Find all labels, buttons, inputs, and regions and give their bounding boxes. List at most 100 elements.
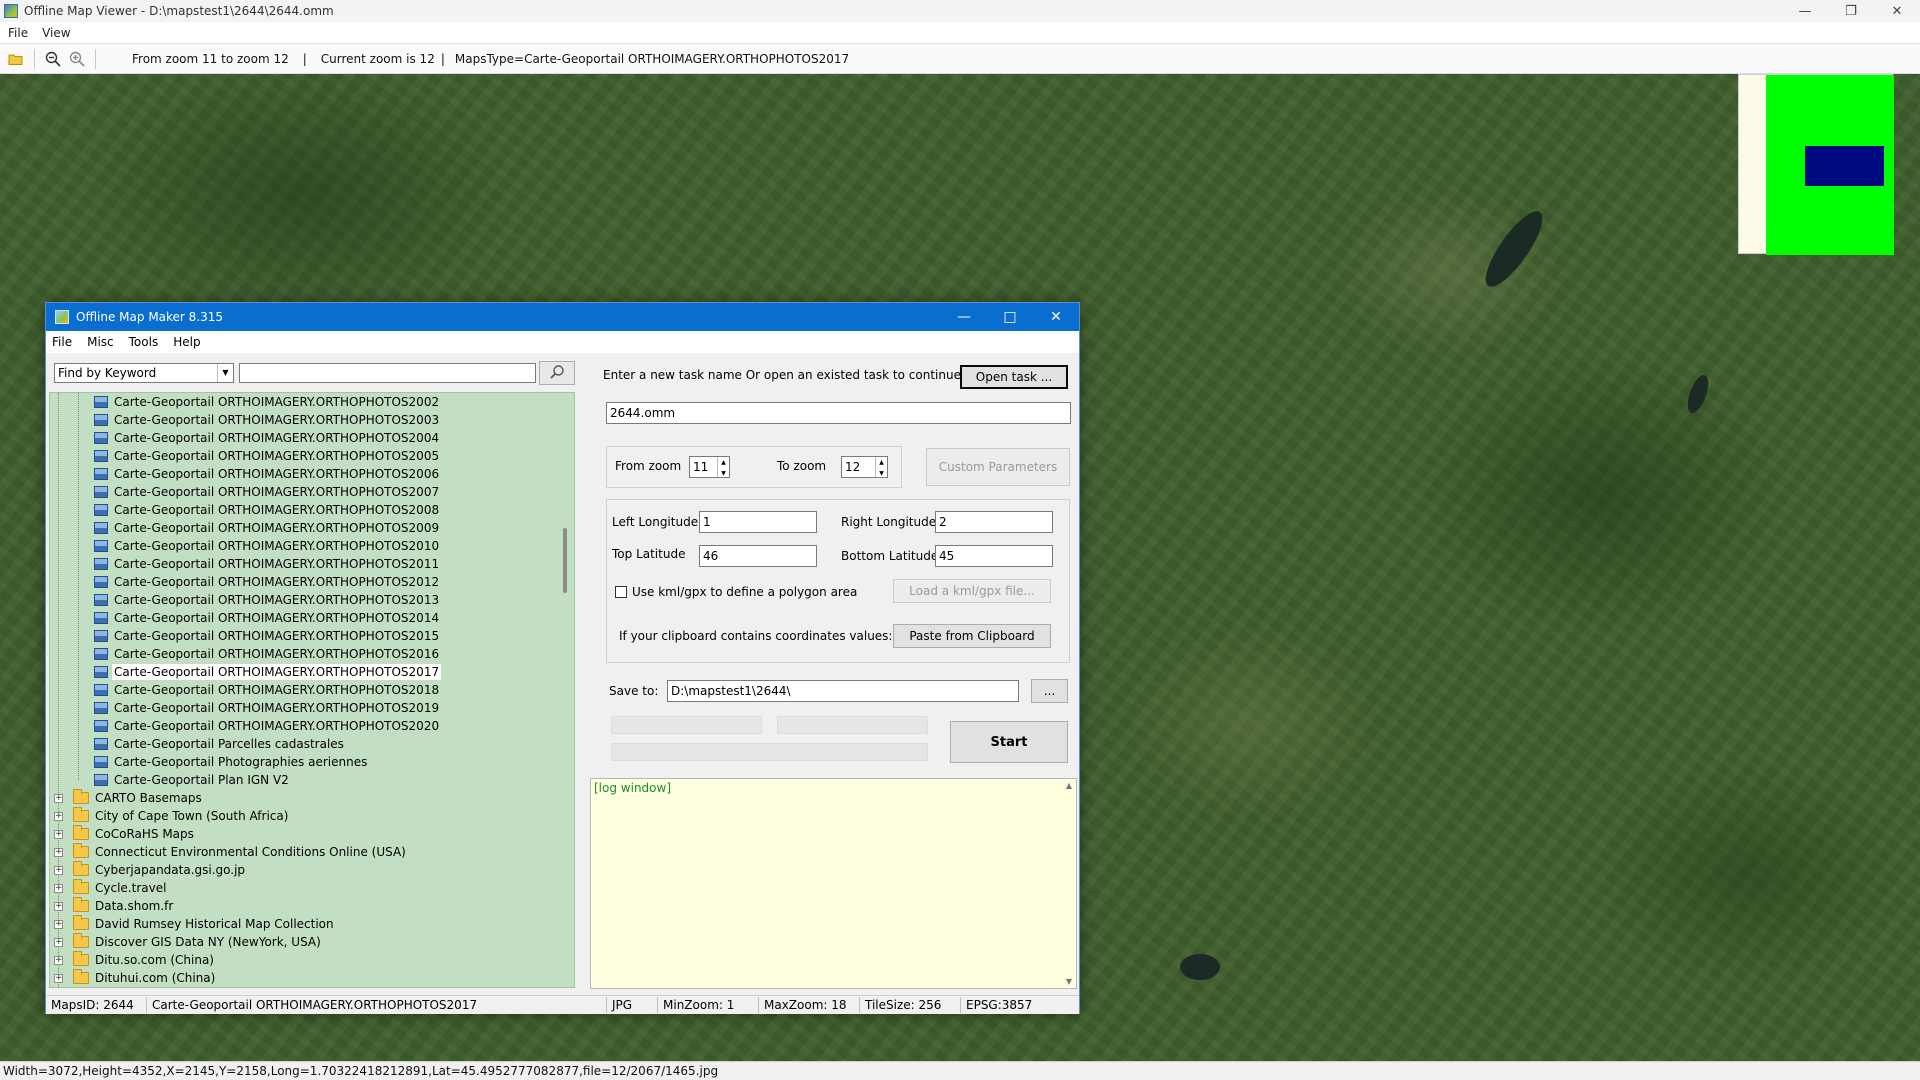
status-min-zoom: MinZoom: 1 (660, 997, 759, 1013)
minimize-icon[interactable]: — (941, 303, 987, 331)
search-button[interactable] (539, 361, 575, 385)
viewer-status-line: Width=3072,Height=4352,X=2145,Y=2158,Lon… (0, 1061, 1920, 1080)
bottom-latitude-label: Bottom Latitude (841, 549, 939, 563)
chevron-down-icon[interactable]: ▼ (217, 364, 233, 382)
overview-minimap[interactable] (1738, 74, 1894, 255)
tree-map-item[interactable]: Carte-Geoportail Photographies aeriennes (94, 753, 369, 771)
paste-clipboard-button[interactable]: Paste from Clipboard (893, 624, 1051, 648)
chevron-down-icon[interactable]: ▼ (1062, 977, 1076, 986)
expand-icon[interactable]: + (54, 937, 63, 947)
task-name-input[interactable]: 2644.omm (606, 402, 1071, 424)
tree-map-item[interactable]: Carte-Geoportail ORTHOIMAGERY.ORTHOPHOTO… (94, 519, 441, 537)
restore-icon[interactable]: ❐ (1828, 0, 1874, 22)
tree-map-item[interactable]: Carte-Geoportail ORTHOIMAGERY.ORTHOPHOTO… (94, 699, 441, 717)
chevron-up-icon[interactable]: ▲ (876, 457, 887, 468)
tree-folder-item[interactable]: + CoCoRaHS Maps (54, 825, 196, 843)
zoom-out-icon[interactable] (41, 47, 65, 71)
tree-folder-item[interactable]: + Data.shom.fr (54, 897, 175, 915)
to-zoom-spin[interactable]: ▲ ▼ (875, 457, 887, 477)
dialog-menu-help[interactable]: Help (173, 335, 200, 349)
tree-item-label: Carte-Geoportail ORTHOIMAGERY.ORTHOPHOTO… (114, 413, 440, 427)
to-zoom-stepper[interactable]: 12 ▲ ▼ (841, 456, 888, 478)
close-icon[interactable]: ✕ (1874, 0, 1920, 22)
tree-map-item[interactable]: Carte-Geoportail ORTHOIMAGERY.ORTHOPHOTO… (94, 573, 441, 591)
menu-view[interactable]: View (42, 26, 70, 40)
tree-map-item[interactable]: Carte-Geoportail ORTHOIMAGERY.ORTHOPHOTO… (94, 411, 441, 429)
top-latitude-input[interactable]: 46 (699, 545, 817, 567)
tree-map-item[interactable]: Carte-Geoportail ORTHOIMAGERY.ORTHOPHOTO… (94, 447, 441, 465)
tree-map-item[interactable]: Carte-Geoportail ORTHOIMAGERY.ORTHOPHOTO… (94, 429, 441, 447)
tree-map-item[interactable]: Carte-Geoportail ORTHOIMAGERY.ORTHOPHOTO… (94, 609, 441, 627)
tree-map-item[interactable]: Carte-Geoportail ORTHOIMAGERY.ORTHOPHOTO… (94, 591, 441, 609)
tree-map-item[interactable]: Carte-Geoportail ORTHOIMAGERY.ORTHOPHOTO… (94, 501, 441, 519)
tree-map-item[interactable]: Carte-Geoportail Parcelles cadastrales (94, 735, 346, 753)
tree-scroll-thumb[interactable] (563, 528, 567, 593)
menu-file[interactable]: File (8, 26, 28, 40)
tree-folder-item[interactable]: + Cyberjapandata.gsi.go.jp (54, 861, 247, 879)
zoom-in-icon[interactable] (65, 47, 89, 71)
tree-map-item[interactable]: Carte-Geoportail ORTHOIMAGERY.ORTHOPHOTO… (94, 555, 441, 573)
expand-icon[interactable]: + (54, 973, 63, 983)
maximize-icon[interactable]: □ (987, 303, 1033, 331)
keyword-input[interactable] (239, 363, 536, 383)
log-scrollbar[interactable]: ▲ ▼ (1062, 779, 1076, 988)
expand-icon[interactable]: + (54, 847, 63, 857)
right-longitude-input[interactable]: 2 (935, 511, 1053, 533)
minimize-icon[interactable]: — (1782, 0, 1828, 22)
save-to-input[interactable]: D:\mapstest1\2644\ (667, 680, 1019, 702)
log-window[interactable]: [log window] ▲ ▼ (590, 778, 1077, 989)
tree-map-item[interactable]: Carte-Geoportail ORTHOIMAGERY.ORTHOPHOTO… (94, 681, 441, 699)
dialog-menu-tools[interactable]: Tools (129, 335, 159, 349)
tree-map-item[interactable]: Carte-Geoportail ORTHOIMAGERY.ORTHOPHOTO… (94, 483, 441, 501)
tree-map-item[interactable]: Carte-Geoportail ORTHOIMAGERY.ORTHOPHOTO… (94, 717, 441, 735)
open-folder-icon[interactable] (4, 47, 28, 71)
expand-icon[interactable]: + (54, 901, 63, 911)
tree-map-item[interactable]: Carte-Geoportail ORTHOIMAGERY.ORTHOPHOTO… (94, 645, 441, 663)
tree-folder-item[interactable]: + David Rumsey Historical Map Collection (54, 915, 336, 933)
bottom-latitude-input[interactable]: 45 (935, 545, 1053, 567)
tree-map-item[interactable]: Carte-Geoportail ORTHOIMAGERY.ORTHOPHOTO… (94, 537, 441, 555)
overview-viewport-rect[interactable] (1805, 146, 1884, 186)
chevron-up-icon[interactable]: ▲ (718, 457, 729, 468)
from-zoom-spin[interactable]: ▲ ▼ (717, 457, 729, 477)
tree-folder-item[interactable]: + Ditu.so.com (China) (54, 951, 216, 969)
start-button[interactable]: Start (950, 721, 1068, 763)
tree-map-item[interactable]: Carte-Geoportail ORTHOIMAGERY.ORTHOPHOTO… (94, 663, 442, 681)
tree-folder-item[interactable]: + Discover GIS Data NY (NewYork, USA) (54, 933, 323, 951)
chevron-up-icon[interactable]: ▲ (1062, 781, 1076, 790)
tree-map-item[interactable]: Carte-Geoportail ORTHOIMAGERY.ORTHOPHOTO… (94, 465, 441, 483)
dialog-menu-file[interactable]: File (52, 335, 72, 349)
expand-icon[interactable]: + (54, 865, 63, 875)
left-longitude-input[interactable]: 1 (699, 511, 817, 533)
expand-icon[interactable]: + (54, 955, 63, 965)
tree-item-label: Carte-Geoportail ORTHOIMAGERY.ORTHOPHOTO… (114, 701, 440, 715)
tree-folder-item[interactable]: + Connecticut Environmental Conditions On… (54, 843, 408, 861)
expand-icon[interactable]: + (54, 919, 63, 929)
chevron-down-icon[interactable]: ▼ (718, 468, 729, 477)
tree-map-item[interactable]: Carte-Geoportail ORTHOIMAGERY.ORTHOPHOTO… (94, 627, 441, 645)
dialog-menu-misc[interactable]: Misc (87, 335, 114, 349)
open-task-button[interactable]: Open task ... (960, 365, 1068, 389)
expand-icon[interactable]: + (54, 829, 63, 839)
tree-folder-item[interactable]: + City of Cape Town (South Africa) (54, 807, 290, 825)
close-icon[interactable]: ✕ (1033, 303, 1079, 331)
tree-folder-item[interactable]: + Dituhui.com (China) (54, 969, 217, 987)
expand-icon[interactable]: + (54, 883, 63, 893)
expand-icon[interactable]: + (54, 811, 63, 821)
tree-map-item[interactable]: Carte-Geoportail Plan IGN V2 (94, 771, 291, 789)
browse-button[interactable]: ... (1031, 679, 1068, 703)
from-zoom-stepper[interactable]: 11 ▲ ▼ (689, 456, 730, 478)
find-by-select[interactable]: Find by Keyword ▼ (54, 363, 234, 383)
kml-checkbox[interactable] (615, 586, 627, 598)
tree-folder-item[interactable]: + Cycle.travel (54, 879, 168, 897)
chevron-down-icon[interactable]: ▼ (876, 468, 887, 477)
expand-icon[interactable]: + (54, 793, 63, 803)
load-kml-button[interactable]: Load a kml/gpx file... (893, 579, 1051, 603)
map-source-tree[interactable]: Carte-Geoportail ORTHOIMAGERY.ORTHOPHOTO… (49, 392, 575, 988)
tree-folder-item[interactable]: + CARTO Basemaps (54, 789, 204, 807)
tree-item-label: Carte-Geoportail ORTHOIMAGERY.ORTHOPHOTO… (114, 557, 440, 571)
tree-map-item[interactable]: Carte-Geoportail ORTHOIMAGERY.ORTHOPHOTO… (94, 393, 441, 411)
custom-parameters-button[interactable]: Custom Parameters (926, 448, 1070, 486)
tree-scrollbar[interactable] (558, 393, 574, 987)
kml-checkbox-label[interactable]: Use kml/gpx to define a polygon area (632, 585, 857, 599)
